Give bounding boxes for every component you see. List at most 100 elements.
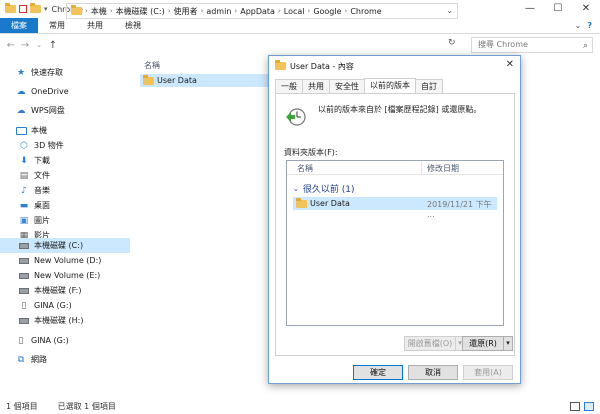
help-icon[interactable]: ?: [587, 21, 592, 30]
version-name: User Data: [310, 199, 350, 208]
sidebar-item-drive-d[interactable]: New Volume (D:): [0, 253, 130, 268]
properties-icon[interactable]: [19, 5, 27, 13]
sidebar-item-label: 本機: [31, 126, 47, 135]
sidebar-item-gina-g[interactable]: ▯ GINA (G:): [0, 298, 130, 313]
cube-icon: ⬡: [20, 140, 28, 151]
list-item[interactable]: User Data: [140, 74, 270, 87]
breadcrumb-separator[interactable]: ›: [168, 7, 171, 15]
sidebar-item-label: 桌面: [34, 201, 50, 210]
back-button[interactable]: ←: [4, 40, 18, 51]
restore-button[interactable]: 還原(R): [462, 336, 504, 351]
cancel-button[interactable]: 取消: [408, 365, 458, 380]
open-version-button[interactable]: 開啟舊檔(O): [404, 336, 456, 351]
forward-button[interactable]: →: [18, 40, 32, 51]
minimize-button[interactable]: —: [516, 0, 544, 18]
previous-versions-panel: 以前的版本來自於 [檔案歷程記錄] 或還原點。 資料夾版本(F): 名稱 修改日…: [275, 93, 515, 356]
cloud-icon: ☁: [16, 86, 26, 97]
folder-versions-label: 資料夾版本(F):: [284, 148, 338, 157]
drive-icon: [18, 255, 30, 267]
usb-drive-icon: ▯: [21, 300, 27, 311]
apply-button[interactable]: 套用(A): [463, 365, 513, 380]
breadcrumb-separator[interactable]: ›: [345, 7, 348, 15]
breadcrumb-separator[interactable]: ›: [201, 7, 204, 15]
tab-home[interactable]: 常用: [38, 18, 76, 33]
sidebar-item-drive-h[interactable]: 本機磁碟 (H:): [0, 313, 130, 328]
sidebar-item-label: 3D 物件: [34, 141, 64, 150]
recent-locations-button[interactable]: ⌄: [32, 41, 46, 49]
details-view-icon[interactable]: [570, 402, 580, 411]
tab-security[interactable]: 安全性: [329, 79, 365, 93]
search-input[interactable]: 搜尋 Chrome ⌕: [471, 37, 593, 53]
sidebar-item-label: 快速存取: [31, 68, 63, 77]
status-bar: 1 個項目 已選取 1 個項目: [0, 399, 600, 414]
column-header-name[interactable]: 名稱: [297, 163, 313, 174]
desktop-icon: ▬: [19, 200, 29, 211]
version-group-label: 很久以前 (1): [302, 185, 355, 195]
column-header-name[interactable]: 名稱: [144, 60, 160, 71]
sidebar-item-label: New Volume (E:): [34, 271, 101, 280]
new-folder-icon[interactable]: [30, 3, 41, 13]
breadcrumb-local[interactable]: Local: [284, 7, 305, 16]
previous-versions-description: 以前的版本來自於 [檔案歷程記錄] 或還原點。: [318, 105, 482, 114]
sidebar-item-downloads[interactable]: ⬇ 下載: [0, 153, 130, 168]
version-date: 2019/11/21 下午 ...: [427, 200, 492, 219]
address-dropdown-icon[interactable]: ⌄: [446, 6, 453, 15]
expand-ribbon-icon[interactable]: ⌄: [575, 21, 582, 30]
restore-dropdown[interactable]: ▾: [503, 336, 513, 351]
sidebar-item-onedrive[interactable]: ☁ OneDrive: [0, 84, 130, 99]
network-icon: ⧉: [17, 354, 25, 365]
tab-customize[interactable]: 自訂: [415, 79, 443, 93]
tab-sharing[interactable]: 共用: [302, 79, 330, 93]
maximize-button[interactable]: ☐: [544, 0, 572, 18]
sidebar-item-pictures[interactable]: ▣ 圖片: [0, 213, 130, 228]
window-controls: — ☐ ✕: [516, 0, 600, 18]
version-row[interactable]: User Data 2019/11/21 下午 ...: [293, 197, 497, 219]
version-group-header[interactable]: ⌄ 很久以前 (1): [293, 182, 355, 196]
tab-general[interactable]: 一般: [275, 79, 303, 93]
sidebar-item-documents[interactable]: ▤ 文件: [0, 168, 130, 183]
up-button[interactable]: ↑: [46, 40, 60, 51]
sidebar-item-label: 圖片: [34, 216, 50, 225]
sidebar-item-network[interactable]: ⧉ 網路: [0, 352, 130, 367]
sidebar-item-label: 本機磁碟 (F:): [34, 286, 82, 295]
sidebar-item-quick-access[interactable]: ★ 快速存取: [0, 65, 130, 80]
sidebar-item-drive-f[interactable]: 本機磁碟 (F:): [0, 283, 130, 298]
breadcrumb-separator[interactable]: ›: [308, 7, 311, 15]
breadcrumb-this-pc[interactable]: 本機: [91, 6, 107, 17]
breadcrumb-appdata[interactable]: AppData: [240, 7, 275, 16]
sidebar-item-music[interactable]: ♪ 音樂: [0, 183, 130, 198]
tab-share[interactable]: 共用: [76, 18, 114, 33]
sidebar-item-wps-drive[interactable]: ☁ WPS网盘: [0, 103, 130, 118]
close-button[interactable]: ✕: [572, 0, 600, 18]
versions-list[interactable]: 名稱 修改日期 ⌄ 很久以前 (1) User Data 2019/11/21 …: [286, 160, 504, 326]
sidebar-item-drive-c[interactable]: 本機磁碟 (C:): [0, 238, 130, 253]
breadcrumb-separator[interactable]: ›: [110, 7, 113, 15]
large-icons-view-icon[interactable]: [584, 402, 594, 411]
sidebar-item-drive-e[interactable]: New Volume (E:): [0, 268, 130, 283]
sidebar-item-label: OneDrive: [31, 87, 69, 96]
dialog-close-button[interactable]: ✕: [506, 59, 514, 70]
breadcrumb-separator: ›: [85, 7, 88, 15]
tab-view[interactable]: 檢視: [114, 18, 152, 33]
search-placeholder: 搜尋 Chrome: [478, 40, 528, 49]
ok-button[interactable]: 確定: [353, 365, 403, 380]
tab-previous-versions[interactable]: 以前的版本: [364, 78, 416, 93]
sidebar-item-this-pc[interactable]: 本機: [0, 123, 130, 138]
breadcrumb-chrome[interactable]: Chrome: [350, 7, 381, 16]
sidebar-item-desktop[interactable]: ▬ 桌面: [0, 198, 130, 213]
breadcrumb-separator[interactable]: ›: [234, 7, 237, 15]
refresh-icon[interactable]: ↻: [448, 38, 456, 48]
customize-toolbar-icon[interactable]: ▾: [44, 5, 48, 13]
breadcrumb-admin[interactable]: admin: [206, 7, 231, 16]
sidebar-item-3d-objects[interactable]: ⬡ 3D 物件: [0, 138, 130, 153]
breadcrumb-separator[interactable]: ›: [278, 7, 281, 15]
breadcrumb-drive-c[interactable]: 本機磁碟 (C:): [116, 6, 165, 17]
address-bar[interactable]: › 本機 › 本機磁碟 (C:) › 使用者 › admin › AppData…: [66, 3, 458, 19]
sidebar-item-label: GINA (G:): [34, 301, 72, 310]
column-header-date-modified[interactable]: 修改日期: [427, 163, 459, 174]
breadcrumb-users[interactable]: 使用者: [174, 6, 198, 17]
tab-file[interactable]: 檔案: [0, 18, 38, 33]
sidebar-item-gina-g-removable[interactable]: ▯ GINA (G:): [0, 333, 130, 348]
breadcrumb-google[interactable]: Google: [313, 7, 341, 16]
sidebar-item-label: 文件: [34, 171, 50, 180]
